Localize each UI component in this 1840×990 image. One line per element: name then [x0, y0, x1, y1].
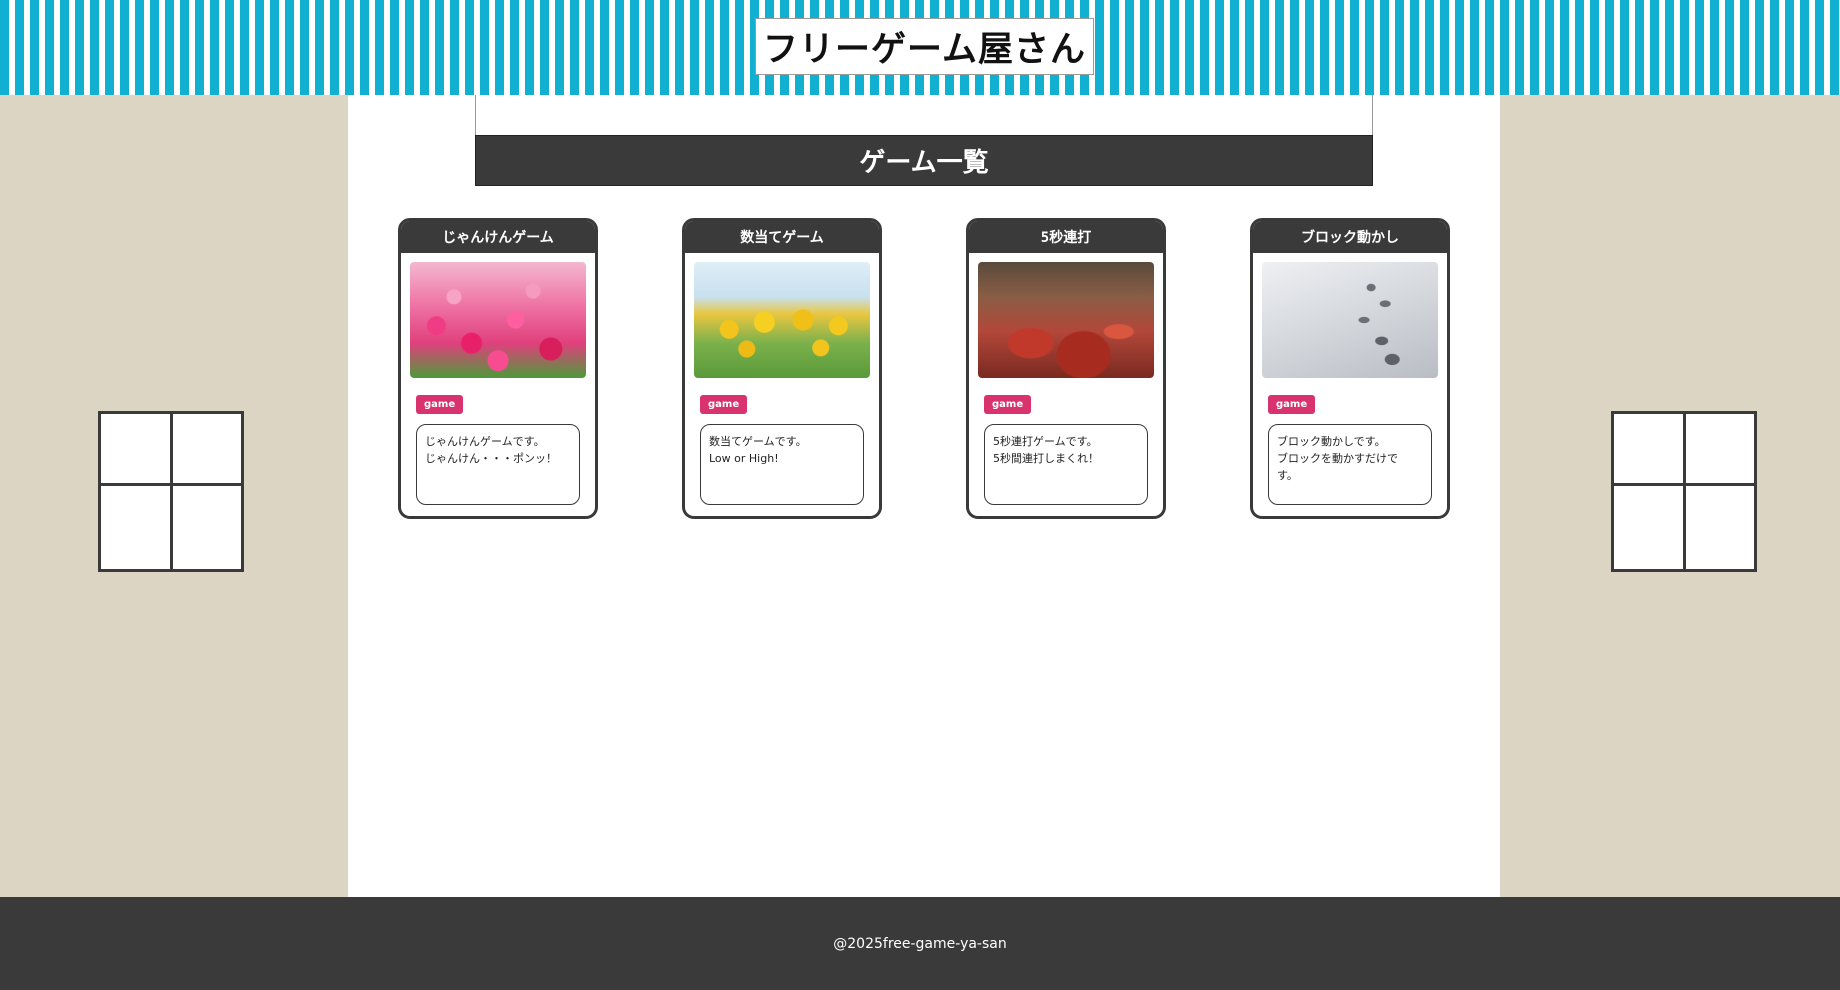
game-card-block-move[interactable]: ブロック動かし game ブロック動かしです。 ブロックを動かすだけで す。: [1250, 218, 1450, 519]
game-card-five-second-tap[interactable]: 5秒連打 game 5秒連打ゲームです。 5秒間連打しまくれ！: [966, 218, 1166, 519]
site-title[interactable]: フリーゲーム屋さん: [755, 18, 1094, 75]
right-window: [1611, 411, 1757, 572]
sunflower-field-image[interactable]: [694, 262, 870, 378]
title-spacer-box: [475, 95, 1373, 136]
game-description: じゃんけんゲームです。 じゃんけん・・・ポンッ！: [416, 424, 580, 505]
autumn-leaves-image[interactable]: [978, 262, 1154, 378]
game-card-janken[interactable]: じゃんけんゲーム game じゃんけんゲームです。 じゃんけん・・・ポンッ！: [398, 218, 598, 519]
left-wall: [0, 95, 348, 897]
left-window: [98, 411, 244, 572]
game-description: ブロック動かしです。 ブロックを動かすだけで す。: [1268, 424, 1432, 505]
game-description: 数当てゲームです。 Low or High!: [700, 424, 864, 505]
game-card-title[interactable]: ブロック動かし: [1253, 221, 1447, 253]
game-description: 5秒連打ゲームです。 5秒間連打しまくれ！: [984, 424, 1148, 505]
footer: @2025free-game-ya-san: [0, 897, 1840, 990]
snow-footprints-image[interactable]: [1262, 262, 1438, 378]
right-wall: [1500, 95, 1840, 897]
main-content: ゲーム一覧 じゃんけんゲーム game じゃんけんゲームです。 じゃんけん・・・…: [348, 95, 1500, 897]
game-tag: game: [700, 395, 748, 414]
tulip-field-image[interactable]: [410, 262, 586, 378]
game-tag: game: [1268, 395, 1316, 414]
copyright-text: @2025free-game-ya-san: [833, 935, 1007, 952]
game-card-title[interactable]: 数当てゲーム: [685, 221, 879, 253]
game-card-number-guess[interactable]: 数当てゲーム game 数当てゲームです。 Low or High!: [682, 218, 882, 519]
game-tag: game: [416, 395, 464, 414]
game-card-title[interactable]: 5秒連打: [969, 221, 1163, 253]
game-tag: game: [984, 395, 1032, 414]
section-title: ゲーム一覧: [475, 135, 1373, 186]
game-card-title[interactable]: じゃんけんゲーム: [401, 221, 595, 253]
